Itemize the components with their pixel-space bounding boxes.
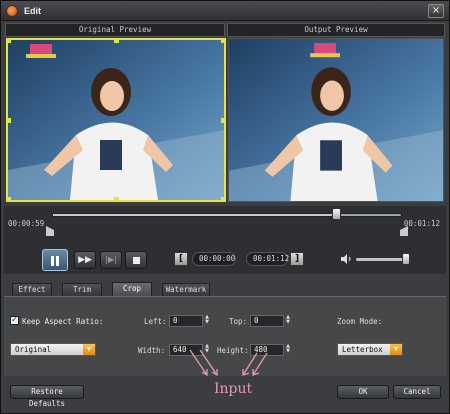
crop-handle-top[interactable] bbox=[114, 40, 119, 43]
original-preview-video[interactable] bbox=[6, 38, 226, 202]
chevron-down-icon: ▼ bbox=[83, 344, 95, 355]
output-preview-label: Output Preview bbox=[227, 23, 445, 37]
app-logo-icon bbox=[6, 5, 18, 17]
top-label: Top: bbox=[229, 317, 248, 326]
seek-bar-fill bbox=[53, 214, 335, 216]
crop-handle-top-right[interactable] bbox=[221, 40, 224, 43]
start-time: 00:00:59 bbox=[8, 219, 45, 228]
seek-bar[interactable] bbox=[52, 213, 402, 217]
window-title: Edit bbox=[24, 6, 41, 16]
timeline-area bbox=[4, 206, 446, 246]
start-time-field[interactable]: 00:00:00 bbox=[192, 252, 236, 266]
aspect-ratio-value: Original bbox=[15, 345, 52, 354]
set-end-button[interactable]: ] bbox=[290, 252, 304, 266]
pause-icon bbox=[51, 256, 54, 266]
crop-handle-top-left[interactable] bbox=[8, 40, 11, 43]
crop-handle-bottom-right[interactable] bbox=[221, 197, 224, 200]
original-preview-label: Original Preview bbox=[5, 23, 225, 37]
end-time: 00:01:12 bbox=[403, 219, 440, 228]
top-field[interactable]: 0 bbox=[250, 315, 284, 327]
seek-thumb[interactable] bbox=[332, 208, 341, 220]
keep-aspect-label: Keep Aspect Ratio: bbox=[22, 317, 104, 326]
step-button[interactable]: |▶| bbox=[100, 251, 122, 269]
left-label: Left: bbox=[144, 317, 167, 326]
annotation-label: Input bbox=[214, 381, 253, 397]
volume-thumb[interactable] bbox=[402, 253, 410, 265]
pause-button[interactable] bbox=[42, 249, 68, 271]
fast-forward-button[interactable]: ▶▶ bbox=[74, 251, 96, 269]
crop-handle-right[interactable] bbox=[221, 118, 224, 123]
keep-aspect-checkbox[interactable]: ✓ bbox=[10, 316, 19, 325]
close-button[interactable]: × bbox=[428, 4, 444, 18]
left-spinner-icon[interactable]: ▲ ▼ bbox=[204, 315, 210, 327]
tab-crop[interactable]: Crop bbox=[112, 282, 152, 296]
zoom-mode-label: Zoom Mode: bbox=[337, 317, 383, 326]
zoom-mode-value: Letterbox bbox=[342, 345, 383, 354]
left-field[interactable]: 0 bbox=[169, 315, 203, 327]
tab-watermark[interactable]: Watermark bbox=[162, 283, 210, 296]
stop-button[interactable] bbox=[125, 251, 147, 269]
title-bar: Edit × bbox=[1, 1, 449, 21]
aspect-ratio-select[interactable]: Original ▼ bbox=[10, 343, 96, 356]
width-label: Width: bbox=[138, 346, 166, 355]
top-spinner-icon[interactable]: ▲ ▼ bbox=[285, 315, 291, 327]
output-preview-video bbox=[228, 38, 444, 202]
crop-handle-bottom-left[interactable] bbox=[8, 197, 11, 200]
volume-slider[interactable] bbox=[356, 258, 408, 261]
crop-handle-left[interactable] bbox=[8, 118, 11, 123]
set-start-button[interactable]: [ bbox=[174, 252, 188, 266]
tab-trim[interactable]: Trim bbox=[62, 283, 102, 296]
cancel-button[interactable]: Cancel bbox=[393, 385, 441, 399]
crop-handle-bottom[interactable] bbox=[114, 197, 119, 200]
restore-defaults-button[interactable]: Restore Defaults bbox=[10, 385, 84, 408]
volume-icon[interactable] bbox=[340, 254, 352, 264]
end-time-field[interactable]: 00:01:12 bbox=[246, 252, 289, 266]
stop-icon bbox=[132, 257, 140, 264]
video-frame-image bbox=[8, 40, 224, 200]
video-frame-image bbox=[229, 39, 443, 201]
chevron-down-icon: ▼ bbox=[390, 344, 402, 355]
tab-effect[interactable]: Effect bbox=[12, 283, 52, 296]
ok-button[interactable]: OK bbox=[337, 385, 389, 399]
zoom-mode-select[interactable]: Letterbox ▼ bbox=[337, 343, 403, 356]
